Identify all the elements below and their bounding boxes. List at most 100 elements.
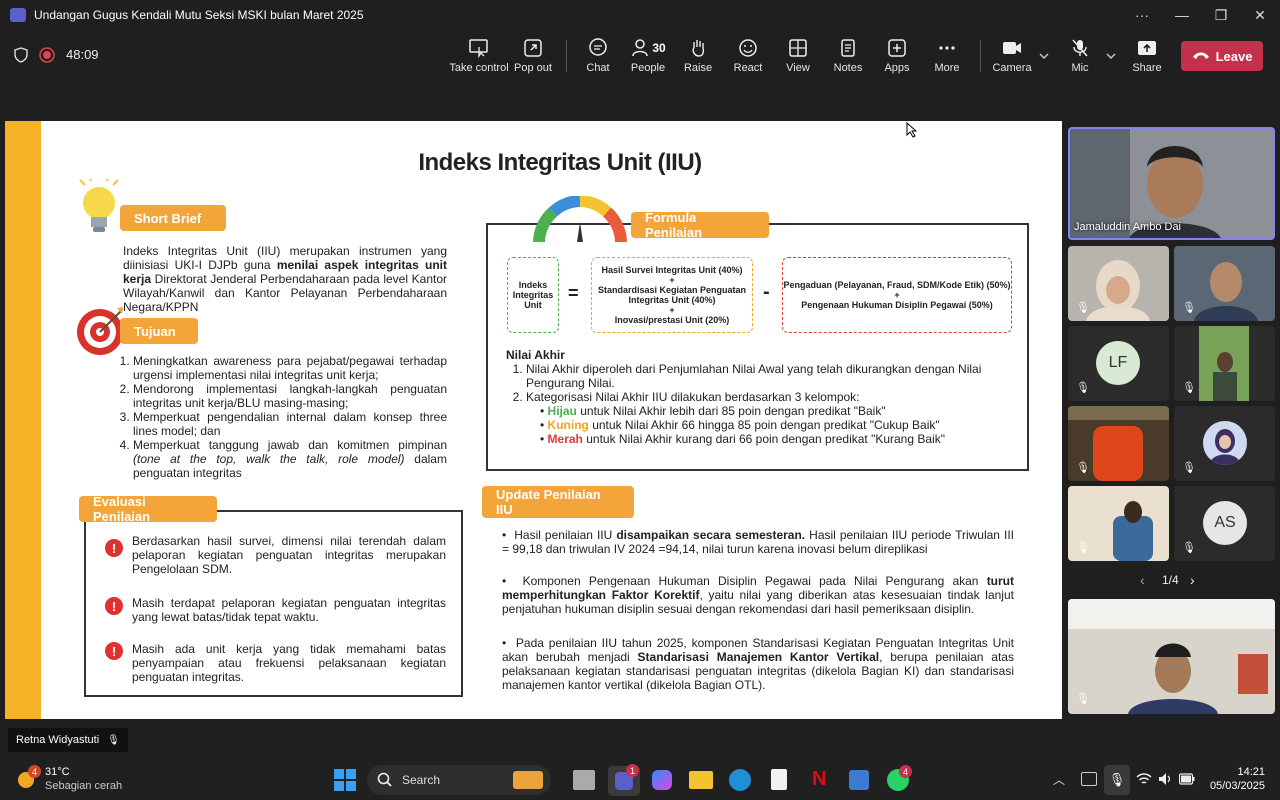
- participant-video: [1199, 326, 1249, 401]
- document-icon[interactable]: [771, 769, 787, 790]
- avatar: [1203, 421, 1247, 465]
- microsoft-store-icon[interactable]: [849, 770, 869, 790]
- meeting-toolbar: 48:09 Take control Pop out Chat 30 Peopl…: [0, 30, 1280, 82]
- gallery-prev-chevron-icon[interactable]: ‹: [1140, 572, 1145, 588]
- evaluasi-item: Masih ada unit kerja yang tidak memahami…: [132, 642, 446, 684]
- view-button[interactable]: View: [771, 36, 825, 78]
- pop-out-button[interactable]: Pop out: [506, 36, 560, 78]
- participant-tile[interactable]: 🎙: [1174, 326, 1275, 401]
- camera-button[interactable]: Camera: [985, 36, 1039, 78]
- tujuan-item: Mendorong implementasi langkah-langkah p…: [133, 382, 447, 410]
- netflix-icon[interactable]: N: [812, 768, 826, 791]
- raise-hand-button[interactable]: Raise: [671, 36, 725, 78]
- hang-up-icon: [1192, 52, 1209, 59]
- more-options-button[interactable]: ···: [1122, 0, 1162, 30]
- edge-browser-icon[interactable]: [729, 769, 751, 791]
- participant-tile[interactable]: 🎙: [1068, 246, 1169, 321]
- camera-label: Camera: [992, 62, 1032, 74]
- teams-taskbar-button[interactable]: 1: [608, 764, 640, 796]
- avatar: AS: [1203, 501, 1247, 545]
- more-button[interactable]: More: [920, 36, 974, 78]
- mic-options-chevron-icon[interactable]: [1105, 52, 1117, 60]
- camera-options-chevron-icon[interactable]: [1038, 52, 1050, 60]
- participant-tile[interactable]: LF 🎙: [1068, 326, 1169, 401]
- onedrive-icon[interactable]: [1081, 772, 1097, 786]
- participant-tile-featured[interactable]: Jamaluddin Ambo Dai: [1068, 127, 1275, 240]
- shield-icon: [14, 47, 28, 63]
- clock-date[interactable]: 05/03/2025: [1199, 780, 1265, 792]
- take-control-icon: [469, 39, 488, 58]
- mic-muted-tray-icon[interactable]: 🎙: [1104, 765, 1130, 795]
- weather-desc: Sebagian cerah: [45, 780, 123, 792]
- mic-off-icon: 🎙: [1076, 693, 1090, 705]
- close-button[interactable]: ✕: [1240, 0, 1280, 30]
- raise-hand-icon: [692, 40, 705, 57]
- update-bullet: • Komponen Pengenaan Hukuman Disiplin Pe…: [502, 574, 1015, 616]
- people-button[interactable]: 30 People: [621, 36, 675, 78]
- tujuan-item: Memperkuat pengendalian internal dalam k…: [133, 410, 447, 438]
- participant-tile[interactable]: AS 🎙: [1174, 486, 1275, 561]
- presenter-name: Retna Widyastuti: [16, 734, 100, 746]
- presenter-strip: Retna Widyastuti 🎙: [0, 720, 1280, 760]
- chat-icon: [589, 38, 607, 56]
- react-button[interactable]: React: [721, 36, 775, 78]
- mic-off-icon: 🎙: [1076, 462, 1090, 474]
- nilai-pengurang-box: Pengaduan (Pelayanan, Fraud, SDM/Kode Et…: [782, 257, 1012, 333]
- short-brief-heading: Short Brief: [120, 205, 226, 231]
- apps-button[interactable]: Apps: [870, 36, 924, 78]
- gallery-next-chevron-icon[interactable]: ›: [1190, 572, 1195, 588]
- participant-tile[interactable]: 🎙: [1174, 406, 1275, 481]
- wifi-icon[interactable]: [1136, 772, 1152, 786]
- slide-accent-bar: [5, 121, 41, 719]
- windows-taskbar: 4 31°C Sebagian cerah Search 1 N 4 ︿ 🎙 1…: [0, 760, 1280, 800]
- participant-tile[interactable]: 🎙: [1068, 406, 1169, 481]
- leave-button[interactable]: Leave: [1181, 41, 1263, 71]
- windows-start-icon[interactable]: [334, 769, 356, 791]
- camera-icon: [1003, 42, 1021, 54]
- chat-button[interactable]: Chat: [571, 36, 625, 78]
- copilot-icon[interactable]: [652, 770, 672, 790]
- participant-tile[interactable]: 🎙: [1068, 486, 1169, 561]
- notes-icon: [841, 39, 855, 57]
- taskbar-search-box[interactable]: Search: [367, 765, 551, 795]
- search-icon: [377, 772, 392, 787]
- participant-tile[interactable]: 🎙: [1174, 246, 1275, 321]
- chat-label: Chat: [586, 62, 610, 74]
- self-view-tile[interactable]: 🎙: [1068, 599, 1275, 714]
- more-dots-icon: [939, 46, 955, 50]
- minimize-button[interactable]: —: [1162, 0, 1202, 30]
- pop-out-icon: [524, 39, 542, 57]
- teams-badge: 1: [626, 764, 639, 777]
- file-explorer-icon[interactable]: [689, 771, 713, 789]
- formula-heading: Formula Penilaian: [631, 210, 769, 240]
- notes-button[interactable]: Notes: [821, 36, 875, 78]
- speaker-icon[interactable]: [1158, 772, 1174, 786]
- kategori-merah: • Merah untuk Nilai Akhir kurang dari 66…: [540, 432, 945, 446]
- people-count: 30: [652, 41, 666, 55]
- iiu-box: Indeks Integritas Unit: [507, 257, 559, 333]
- exclamation-icon: !: [105, 539, 123, 557]
- gallery-page-indicator: 1/4: [1162, 573, 1179, 587]
- update-bullet: • Pada penilaian IIU tahun 2025, kompone…: [502, 636, 1014, 692]
- maximize-button[interactable]: ❐: [1201, 0, 1241, 30]
- nilai-akhir-heading: Nilai Akhir: [506, 348, 565, 362]
- exclamation-icon: !: [105, 642, 123, 660]
- mic-off-icon: 🎙: [1076, 382, 1090, 394]
- clock-time[interactable]: 14:21: [1207, 766, 1265, 778]
- mic-off-icon: 🎙: [107, 734, 120, 746]
- share-button[interactable]: Share: [1120, 36, 1174, 78]
- weather-temp: 31°C: [45, 766, 70, 778]
- people-label: People: [630, 62, 666, 74]
- nilai-awal-box: Hasil Survei Integritas Unit (40%) + Stand…: [591, 257, 753, 333]
- window-title-bar: Undangan Gugus Kendali Mutu Seksi MSKI b…: [0, 0, 1280, 30]
- tujuan-item: Memperkuat tanggung jawab dan komitmen p…: [133, 438, 447, 480]
- battery-icon[interactable]: [1179, 773, 1195, 785]
- mic-button[interactable]: Mic: [1053, 36, 1107, 78]
- gauge-icon: [533, 196, 627, 243]
- task-view-icon[interactable]: [573, 770, 595, 790]
- search-highlight-icon: [513, 771, 543, 789]
- chevron-up-icon[interactable]: ︿: [1053, 771, 1065, 788]
- nilai-akhir-item: Nilai Akhir diperoleh dari Penjumlahan N…: [526, 362, 1006, 390]
- take-control-button[interactable]: Take control: [449, 36, 509, 78]
- more-label: More: [934, 62, 960, 74]
